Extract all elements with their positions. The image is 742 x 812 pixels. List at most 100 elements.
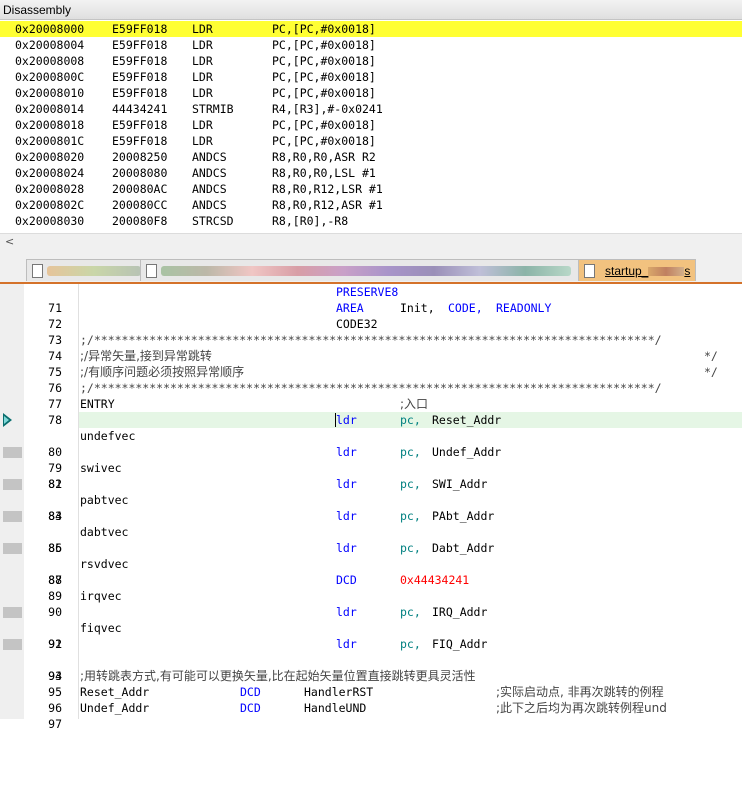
opcode: 44434241 [112,102,168,116]
address: 0x20008024 [15,166,85,180]
document-icon [584,264,595,278]
code-line-88[interactable]: 88 rsvdvec [0,556,742,587]
disassembly-row[interactable]: 0x2000800C E59FF018 LDR PC,[PC,#0x0018] [0,69,742,85]
opcode: E59FF018 [112,22,168,36]
code-text: CODE32 [336,317,378,331]
operand: Undef_Addr [432,445,502,459]
code-line-90[interactable]: 90 irqvec [0,588,742,619]
code-line-86[interactable]: 86 dabtvec [0,524,742,555]
disassembly-row[interactable]: 0x20008010 E59FF018 LDR PC,[PC,#0x0018] [0,85,742,101]
breakpoint-marker[interactable] [3,479,22,490]
disassembly-row[interactable]: 0x2000802C 200080CC ANDCS R8,R0,R12,ASR #1 [0,197,742,213]
breakpoint-marker[interactable] [3,639,22,650]
operands: R8,[R0],-R8 [272,214,349,228]
code-line-85[interactable]: 85 ldr pc, PAbt_Addr [0,508,742,555]
tab-startup[interactable]: startup_ s [578,259,696,281]
mnemonic: LDR [192,38,213,52]
comment: ;/有顺序问题必须按照异常顺序 [80,365,245,379]
opcode: E59FF018 [112,118,168,132]
code-line-84[interactable]: 84 pabtvec [0,492,742,523]
source-editor[interactable]: 71 PRESERVE8 72 AREA Init, CODE, READONL… [0,284,742,731]
disassembly-view[interactable]: 0x20008000 E59FF018 LDR PC,[PC,#0x0018] 0x2… [0,21,742,233]
label: undefvec [80,429,136,443]
operand: HandlerRST [304,685,374,699]
mnemonic: STRCSD [192,214,234,228]
address: 0x20008000 [15,22,85,36]
address: 0x20008014 [15,102,85,116]
code-line-81[interactable]: 81 ldr pc, Undef_Addr [0,444,742,491]
register: pc, [400,541,421,555]
address: 0x2000802C [15,198,85,212]
code-line-78[interactable]: 78 ENTRY ;入口 [0,396,742,427]
tab-file-2[interactable] [140,259,580,281]
disassembly-row[interactable]: 0x20008024 20008080 ANDCS R8,R0,R0,LSL #1 [0,165,742,181]
disassembly-row[interactable]: 0x20008008 E59FF018 LDR PC,[PC,#0x0018] [0,53,742,69]
horizontal-scrollbar[interactable]: < [0,233,742,251]
operands: R8,R0,R0,ASR R2 [272,150,376,164]
code-line-93[interactable]: 93 ldr pc, FIQ_Addr [0,636,742,683]
label: rsvdvec [80,557,129,571]
mnemonic: LDR [192,70,213,84]
code-line-83[interactable]: 83 ldr pc, SWI_Addr [0,476,742,523]
operand: SWI_Addr [432,477,488,491]
mnemonic: STRMIB [192,102,234,116]
register: pc, [400,509,421,523]
operand: FIQ_Addr [432,637,488,651]
comment: ;此下之后均为再次跳转例程und [496,701,667,715]
code-line-79-current[interactable]: 79 ldr pc, Reset_Addr [0,412,742,475]
code-line-87[interactable]: 87 ldr pc, Dabt_Addr [0,540,742,587]
code-line-72[interactable]: 72 AREA Init, CODE, READONLY [0,300,742,331]
instruction: ldr [336,413,357,427]
directive: DCD [240,701,261,715]
code-line-97[interactable]: 97 Undef_Addr DCD HandleUND ;此下之后均为再次跳转例… [0,700,742,731]
code-line-77[interactable]: 77 ;/***********************************… [0,380,742,411]
execution-pointer-icon [3,413,12,427]
directive: AREA [336,301,364,315]
address: 0x20008004 [15,38,85,52]
opcode: E59FF018 [112,86,168,100]
code-line-94[interactable]: 94 [0,652,742,683]
code-line-71[interactable]: 71 PRESERVE8 [0,284,742,315]
code-line-74[interactable]: 74 ;/***********************************… [0,332,742,363]
disassembly-row[interactable]: 0x20008018 E59FF018 LDR PC,[PC,#0x0018] [0,117,742,133]
editor-tab-bar: startup_ s [0,257,742,284]
code-line-76[interactable]: 76 ;/有顺序问题必须按照异常顺序 */ [0,364,742,395]
document-icon [146,264,157,278]
code-line-73[interactable]: 73 CODE32 [0,316,742,347]
code-line-96[interactable]: 96 Reset_Addr DCD HandlerRST ;实际启动点, 非再次… [0,684,742,715]
register: pc, [400,605,421,619]
code-line-75[interactable]: 75 ;/异常矢量,接到异常跳转 */ [0,348,742,379]
document-icon [32,264,43,278]
mnemonic: LDR [192,86,213,100]
code-line-91[interactable]: 91 ldr pc, IRQ_Addr [0,604,742,651]
disassembly-row[interactable]: 0x20008028 200080AC ANDCS R8,R0,R12,LSR #1 [0,181,742,197]
disassembly-row[interactable]: 0x20008014 44434241 STRMIB R4,[R3],#-0x0241 [0,101,742,117]
number-literal: 0x44434241 [400,573,470,587]
redacted-tab-name [47,266,141,276]
breakpoint-marker[interactable] [3,543,22,554]
operands: R8,R0,R12,ASR #1 [272,198,383,212]
scroll-left-arrow-icon[interactable]: < [5,234,14,250]
code-line-89[interactable]: 89 DCD 0x44434241 [0,572,742,603]
disassembly-row-current[interactable]: 0x20008000 E59FF018 LDR PC,[PC,#0x0018] [0,21,742,37]
code-line-82[interactable]: 82 swivec [0,460,742,491]
opcode: 200080F8 [112,214,168,228]
mnemonic: ANDCS [192,150,227,164]
tab-file-1[interactable] [26,259,148,281]
disassembly-row[interactable]: 0x2000801C E59FF018 LDR PC,[PC,#0x0018] [0,133,742,149]
operands: PC,[PC,#0x0018] [272,54,376,68]
label: ENTRY [80,397,115,411]
breakpoint-marker[interactable] [3,607,22,618]
disassembly-row[interactable]: 0x20008030 200080F8 STRCSD R8,[R0],-R8 [0,213,742,229]
disassembly-row[interactable]: 0x20008020 20008250 ANDCS R8,R0,R0,ASR R2 [0,149,742,165]
comment: ;入口 [400,397,429,411]
area-attr: READONLY [496,301,552,315]
breakpoint-marker[interactable] [3,511,22,522]
breakpoint-marker[interactable] [3,447,22,458]
code-line-95[interactable]: 95 ;用转跳表方式,有可能可以更换矢量,比在起始矢量位置直接跳转更具灵活性 [0,668,742,699]
operands: PC,[PC,#0x0018] [272,22,376,36]
address: 0x20008020 [15,150,85,164]
code-line-92[interactable]: 92 fiqvec [0,620,742,651]
disassembly-row[interactable]: 0x20008004 E59FF018 LDR PC,[PC,#0x0018] [0,37,742,53]
code-line-80[interactable]: 80 undefvec [0,428,742,459]
